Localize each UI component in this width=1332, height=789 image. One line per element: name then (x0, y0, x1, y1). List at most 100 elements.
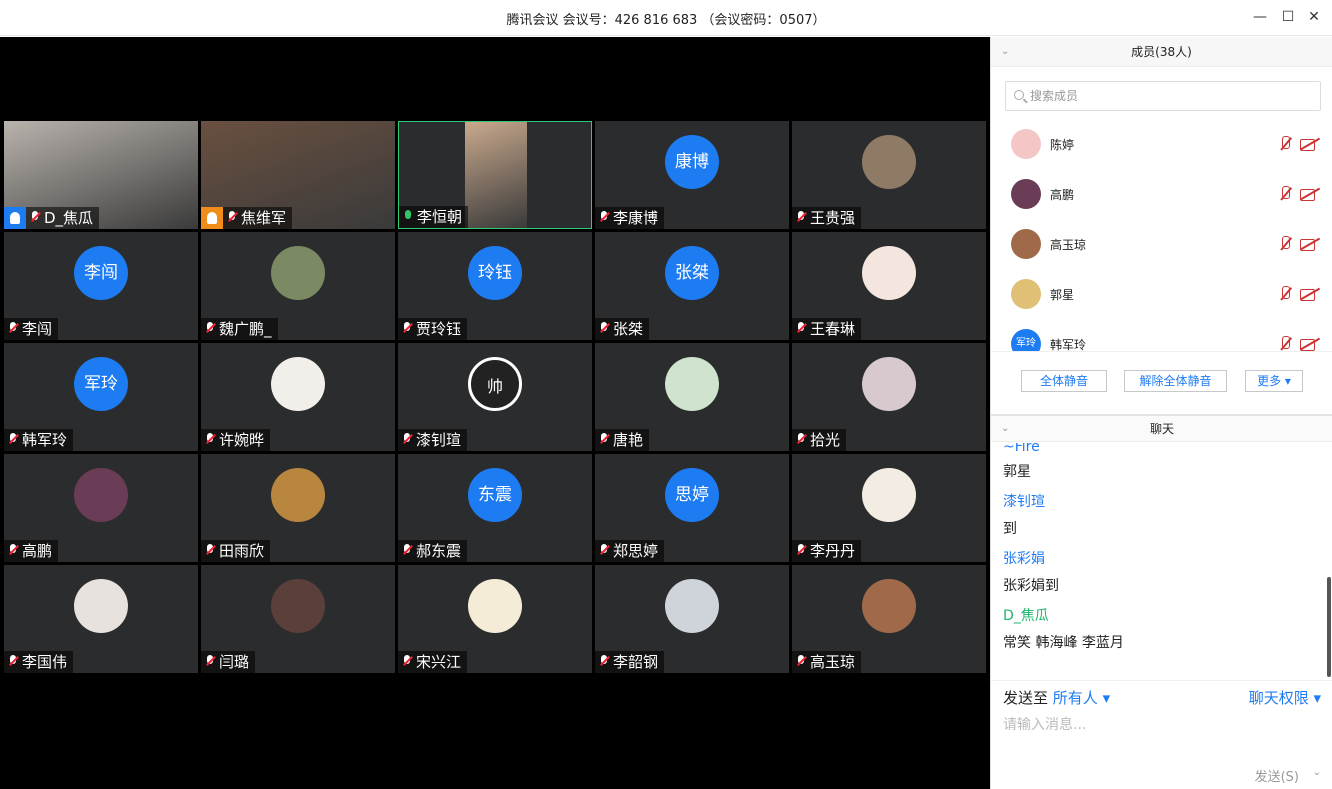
participant-name: 王贵强 (810, 209, 856, 227)
participant-tile[interactable]: 李丹丹 (792, 454, 986, 562)
participant-tile[interactable]: 帅漆钊瑄 (398, 343, 592, 451)
mic-muted-icon[interactable] (1278, 135, 1292, 153)
mute-all-button[interactable]: 全体静音 (1021, 370, 1107, 392)
participant-name-bar: 李韶钢 (595, 651, 665, 673)
member-search[interactable] (1005, 81, 1321, 111)
participant-name-bar: 李恒朝 (399, 206, 469, 228)
mic-muted-icon (402, 655, 412, 669)
members-header[interactable]: ⌄ 成员(38人) (991, 37, 1332, 67)
mic-muted-icon (402, 322, 412, 336)
mic-muted-icon (205, 322, 215, 336)
participant-name: 宋兴江 (416, 653, 462, 671)
chat-collapse-chevron-icon[interactable]: ⌄ (1001, 416, 1009, 442)
collapse-chevron-icon[interactable]: ⌄ (1001, 37, 1009, 67)
maximize-button[interactable]: ☐ (1279, 8, 1297, 26)
message-input[interactable] (1003, 714, 1321, 736)
side-panel: ⌄ 成员(38人) 陈婷高鹏高玉琼郭星军玲韩军玲 全体静音 解除全体静音 更多 … (990, 37, 1332, 789)
participant-tile[interactable]: 拾光 (792, 343, 986, 451)
mic-muted-icon (796, 433, 806, 447)
participant-tile[interactable]: 玲钰 贾玲钰 (398, 232, 592, 340)
participant-name: 贾玲钰 (416, 320, 462, 338)
member-row[interactable]: 军玲 韩军玲 (991, 321, 1332, 351)
participant-tile[interactable]: 康博 李康博 (595, 121, 789, 229)
participant-tile[interactable]: 高玉琼 (792, 565, 986, 673)
chat-permission-dropdown[interactable]: 聊天权限 ▾ (1249, 687, 1321, 708)
participant-tile[interactable]: 李恒朝 (398, 121, 592, 229)
participant-name-bar: 田雨欣 (201, 540, 271, 562)
participant-avatar: 李闯 (74, 246, 128, 300)
avatar (1011, 229, 1041, 259)
more-button[interactable]: 更多 ▾ (1245, 370, 1303, 392)
participant-name-bar: 漆钊瑄 (398, 429, 468, 451)
member-row[interactable]: 陈婷 (991, 121, 1332, 171)
camera-off-icon[interactable] (1300, 137, 1320, 151)
chat-message: 张彩娟到 (1003, 578, 1059, 594)
participant-tile[interactable]: 高鹏 (4, 454, 198, 562)
participant-name: 韩军玲 (22, 431, 68, 449)
send-to-target[interactable]: 所有人 ▾ (1053, 689, 1110, 707)
chat-messages[interactable]: ~Fire 郭星 漆钊瑄到张彩娟 张彩娟到 D_焦瓜 常笑 韩海峰 李蓝月 (991, 443, 1332, 679)
send-options-chevron-icon[interactable]: ⌄ (1313, 767, 1321, 778)
member-row[interactable]: 郭星 (991, 271, 1332, 321)
participant-tile[interactable]: 张桀 张桀 (595, 232, 789, 340)
participant-name-bar: 李康博 (595, 207, 665, 229)
participant-tile[interactable]: 闫璐 (201, 565, 395, 673)
participant-tile[interactable]: 东震 郝东震 (398, 454, 592, 562)
participant-avatar (74, 468, 128, 522)
mic-muted-icon (599, 544, 609, 558)
member-row[interactable]: 高玉琼 (991, 221, 1332, 271)
title-bar: 腾讯会议 会议号：426 816 683 （会议密码：0507） — ☐ ✕ (0, 0, 1332, 36)
camera-off-icon[interactable] (1300, 337, 1320, 351)
chat-message: 常笑 韩海峰 李蓝月 (1003, 635, 1124, 651)
camera-off-icon[interactable] (1300, 287, 1320, 301)
mic-muted-icon (205, 655, 215, 669)
mic-muted-icon[interactable] (1278, 335, 1292, 351)
host-badge-icon (4, 207, 26, 229)
participant-tile[interactable]: 军玲 韩军玲 (4, 343, 198, 451)
participant-tile[interactable]: 王贵强 (792, 121, 986, 229)
participant-name: 李恒朝 (417, 208, 463, 226)
camera-off-icon[interactable] (1300, 187, 1320, 201)
participant-tile[interactable]: 焦维军 (201, 121, 395, 229)
member-search-input[interactable] (1030, 87, 1310, 105)
participant-name-bar: 王春琳 (792, 318, 862, 340)
participant-tile[interactable]: D_焦瓜 (4, 121, 198, 229)
participant-tile[interactable]: 魏广鹏_ (201, 232, 395, 340)
participant-tile[interactable]: 李韶钢 (595, 565, 789, 673)
member-name: 陈婷 (1050, 138, 1075, 152)
chat-header[interactable]: ⌄ 聊天 (991, 414, 1332, 442)
mic-muted-icon[interactable] (1278, 285, 1292, 303)
participant-tile[interactable]: 宋兴江 (398, 565, 592, 673)
participant-tile[interactable]: 李国伟 (4, 565, 198, 673)
participant-avatar (468, 579, 522, 633)
send-button[interactable]: 发送(S) (1255, 766, 1299, 785)
participant-name-bar: 贾玲钰 (398, 318, 468, 340)
chat-scrollbar[interactable] (1327, 577, 1331, 677)
member-row[interactable]: 高鹏 (991, 171, 1332, 221)
participant-name-bar: 李国伟 (4, 651, 74, 673)
participant-name: 漆钊瑄 (416, 431, 462, 449)
participant-name: 李韶钢 (613, 653, 659, 671)
camera-off-icon[interactable] (1300, 237, 1320, 251)
mic-muted-icon (205, 433, 215, 447)
participant-avatar (271, 246, 325, 300)
send-to[interactable]: 发送至 所有人 ▾ (1003, 687, 1110, 708)
chat-sender: 漆钊瑄 (1003, 494, 1045, 510)
participant-avatar (271, 468, 325, 522)
host-badge-icon (201, 207, 223, 229)
participant-tile[interactable]: 田雨欣 (201, 454, 395, 562)
member-actions: 全体静音 解除全体静音 更多 ▾ (991, 351, 1332, 413)
participant-tile[interactable]: 李闯 李闯 (4, 232, 198, 340)
minimize-button[interactable]: — (1251, 8, 1269, 26)
mic-muted-icon[interactable] (1278, 185, 1292, 203)
participant-tile[interactable]: 唐艳 (595, 343, 789, 451)
participant-tile[interactable]: 思婷 郑思婷 (595, 454, 789, 562)
unmute-all-button[interactable]: 解除全体静音 (1124, 370, 1227, 392)
participant-tile[interactable]: 王春琳 (792, 232, 986, 340)
close-button[interactable]: ✕ (1305, 8, 1323, 26)
participant-name-bar: 韩军玲 (4, 429, 74, 451)
mic-muted-icon (796, 322, 806, 336)
participant-tile[interactable]: 许婉晔 (201, 343, 395, 451)
participant-avatar (74, 579, 128, 633)
mic-muted-icon[interactable] (1278, 235, 1292, 253)
